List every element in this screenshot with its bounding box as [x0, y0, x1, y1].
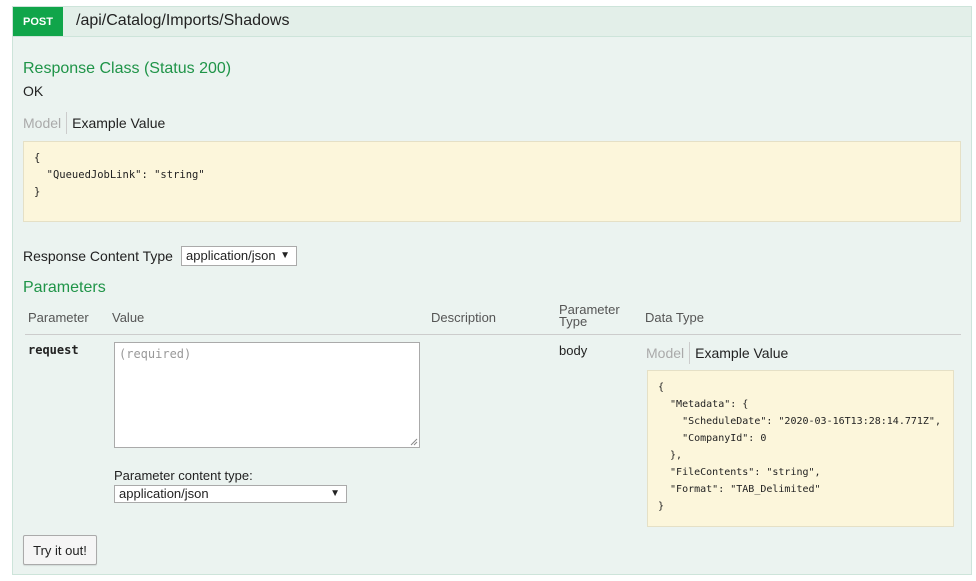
table-divider	[25, 334, 961, 335]
header-data-type: Data Type	[645, 310, 705, 325]
resize-handle-icon[interactable]	[410, 438, 418, 446]
header-description: Description	[431, 310, 497, 325]
textarea-placeholder: (required)	[119, 347, 192, 361]
header-parameter-type: Parameter Type	[559, 303, 620, 329]
response-content-type-label: Response Content Type	[23, 248, 173, 264]
tab-model[interactable]: Model	[23, 112, 68, 134]
response-example-snippet[interactable]: { "QueuedJobLink": "string" }	[23, 141, 961, 222]
dropdown-arrow-icon: ▼	[330, 488, 340, 499]
parameters-title: Parameters	[23, 279, 106, 296]
header-parameter: Parameter	[28, 310, 89, 325]
response-model-tabs: Model Example Value	[23, 112, 165, 134]
operation-panel: POST /api/Catalog/Imports/Shadows Respon…	[12, 6, 972, 575]
tab-example-value[interactable]: Example Value	[67, 112, 165, 134]
operation-header[interactable]: POST /api/Catalog/Imports/Shadows	[13, 7, 971, 37]
parameter-model-tabs: Model Example Value	[646, 342, 788, 364]
parameter-type-value: body	[559, 343, 588, 358]
parameter-name: request	[28, 343, 79, 357]
header-value: Value	[112, 310, 145, 325]
tab-model[interactable]: Model	[646, 342, 691, 364]
response-status-text: OK	[23, 83, 44, 99]
header-parameter-type-line2: Type	[559, 314, 588, 329]
parameter-content-type-value: application/json	[119, 486, 209, 501]
parameter-content-type-label: Parameter content type:	[114, 468, 253, 483]
parameter-content-type-select[interactable]: application/json ▼	[114, 485, 347, 503]
http-method-badge[interactable]: POST	[13, 7, 63, 36]
try-it-out-button[interactable]: Try it out!	[23, 535, 97, 565]
response-class-title: Response Class (Status 200)	[23, 60, 232, 77]
tab-example-value[interactable]: Example Value	[690, 342, 788, 364]
parameter-example-snippet[interactable]: { "Metadata": { "ScheduleDate": "2020-03…	[647, 370, 954, 527]
request-body-textarea[interactable]: (required)	[114, 342, 420, 448]
endpoint-path[interactable]: /api/Catalog/Imports/Shadows	[76, 12, 289, 30]
response-content-type-value: application/json	[186, 248, 276, 263]
dropdown-arrow-icon: ▼	[280, 250, 290, 261]
response-content-type-select[interactable]: application/json ▼	[181, 246, 297, 266]
